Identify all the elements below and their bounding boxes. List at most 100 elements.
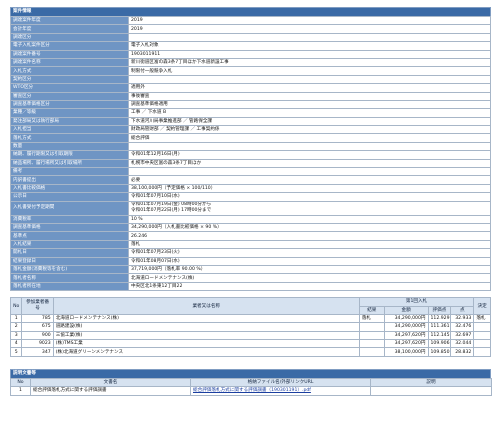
doc-col-file: 格納ファイル名/外部リンクURL bbox=[190, 377, 371, 388]
result-name: 三協工業(株) bbox=[52, 330, 360, 341]
info-value: 適用外 bbox=[128, 83, 491, 93]
result-eval: 112.929 bbox=[427, 313, 452, 324]
info-row: 調達区分 bbox=[10, 32, 491, 43]
result-amount: 34,297,620円 bbox=[383, 330, 429, 341]
info-label: 調査基準価格区分 bbox=[10, 99, 129, 110]
doc-desc bbox=[370, 386, 492, 396]
info-value bbox=[128, 141, 491, 152]
info-label: 基準点 bbox=[10, 231, 129, 241]
case-info-table: 調達案件年度 2019 会計年度 2019 調達区分 電子入札案件区分 電子入札対象 調達案件… bbox=[10, 15, 491, 292]
info-value bbox=[128, 32, 491, 43]
info-row: 入札書比較価格 38,100,000円（予定価格 × 100/110） bbox=[10, 183, 491, 194]
result-amount: 38,100,000円 bbox=[383, 347, 429, 357]
result-row: 1 785 北海道ロードメンテナンス(株) 落札 34,290,000円 112.929 3… bbox=[9, 313, 491, 324]
info-value bbox=[128, 167, 491, 177]
info-row: 納品場所、履行場所又は引取場所 札幌市中央区富の森3条7丁目ほか bbox=[10, 158, 491, 169]
info-label: 入札結果 bbox=[10, 239, 129, 250]
col-header-decision: 決定 bbox=[473, 297, 491, 315]
info-row: 調査基準価格区分 調査基準価格適用 bbox=[10, 99, 491, 110]
doc-col-desc: 説明 bbox=[370, 377, 492, 388]
info-row: 開札日 令和01年07月23日(火) bbox=[10, 248, 491, 258]
info-label: 契約区分 bbox=[10, 74, 129, 85]
info-label: 業種／等級 bbox=[10, 108, 129, 118]
info-row: 審査区分 事後審査 bbox=[10, 91, 491, 101]
info-label: 落札金額(消費税等を含む) bbox=[10, 264, 129, 275]
info-label: 入札方式 bbox=[10, 66, 129, 76]
result-bidder-no: 347 bbox=[21, 347, 54, 357]
info-label: 落札者名称 bbox=[10, 273, 129, 283]
info-label: 内訳書提出 bbox=[10, 175, 129, 185]
info-row: 落札者名称 北海道ロードメンテナンス(株) bbox=[10, 273, 491, 283]
result-no: 3 bbox=[9, 330, 23, 341]
info-row: 入札結果 落札 bbox=[10, 239, 491, 250]
result-bidder-no: 675 bbox=[21, 322, 54, 332]
info-label: 落札者所在地 bbox=[10, 281, 129, 292]
info-value: 中央区北1条東12丁目22 bbox=[128, 281, 491, 292]
info-row: 落札者所在地 中央区北1条東12丁目22 bbox=[10, 281, 491, 292]
result-decision bbox=[473, 330, 491, 341]
doc-file-link[interactable]: 総合評価落札方式に関する評価調書（190301191）.pdf bbox=[193, 388, 311, 393]
info-value: 令和01年08月07日(水) bbox=[128, 256, 491, 266]
result-status: 落札 bbox=[358, 313, 385, 324]
info-row: 会計年度 2019 bbox=[10, 24, 491, 34]
info-row: 落札方式 総合評価 bbox=[10, 133, 491, 143]
info-value: 調査基準価格適用 bbox=[128, 99, 491, 110]
col-header-name: 業者又は名称 bbox=[52, 297, 360, 315]
info-value: 令和01年07月10日(水) bbox=[128, 192, 491, 202]
info-value: 工事 ／ 下水道 B bbox=[128, 108, 491, 118]
col-header-amount: 金額 bbox=[383, 305, 429, 315]
info-section-header: 案件情報 bbox=[10, 7, 491, 16]
info-label: 落札方式 bbox=[10, 133, 129, 143]
col-header-round1: 第1回入札 bbox=[358, 297, 475, 307]
result-score: 28.832 bbox=[450, 347, 475, 357]
info-label: 開札日 bbox=[10, 248, 129, 258]
info-value: 38,100,000円（予定価格 × 100/110） bbox=[128, 183, 491, 194]
info-label: 入札書受付予定期間 bbox=[10, 200, 129, 216]
page-content: 案件情報 調達案件年度 2019 会計年度 2019 調達区分 電子入札案件区分 電子入札対… bbox=[9, 7, 492, 396]
info-row: 落札金額(消費税等を含む) 37,719,000円（落札率 90.00 %） bbox=[10, 264, 491, 275]
result-eval: 109.850 bbox=[427, 347, 452, 357]
info-row: WTO区分 適用外 bbox=[10, 83, 491, 93]
info-value: 令和01年07月23日(火) bbox=[128, 248, 491, 258]
info-value-line: 令和01年07月22日(月) 17時00分まで bbox=[131, 208, 212, 214]
doc-file-cell: 総合評価落札方式に関する評価調書（190301191）.pdf bbox=[190, 386, 371, 396]
docs-section-header: 説明文書等 bbox=[10, 368, 491, 378]
col-header-eval-score: 評価点 bbox=[427, 305, 452, 315]
result-row: 4 9023 (株)TMS工業 34,297,620円 109.906 32.044 bbox=[9, 339, 491, 349]
info-label: WTO区分 bbox=[10, 83, 129, 93]
result-score: 32.044 bbox=[450, 339, 475, 349]
info-value: 落札 bbox=[128, 239, 491, 250]
result-score: 32.697 bbox=[450, 330, 475, 341]
result-status bbox=[358, 322, 385, 332]
result-amount: 34,290,000円 bbox=[383, 313, 429, 324]
col-header-result: 結果 bbox=[358, 305, 385, 315]
info-row: 発注部局又は執行部局 下水道河川局事業推進部 ／ 管路保全課 bbox=[10, 116, 491, 127]
info-value: 令和01年07月19日(金) 08時00分から 令和01年07月22日(月) 17… bbox=[128, 200, 491, 216]
info-value: 事後審査 bbox=[128, 91, 491, 101]
info-row: 入札方式 制限付一般競争入札 bbox=[10, 66, 491, 76]
info-row: 数量 bbox=[10, 141, 491, 152]
bid-results-table: No 参加業者番号 業者又は名称 第1回入札 決定 結果 金額 評価点 点 17… bbox=[9, 297, 491, 357]
result-bidder-no: 9023 bbox=[21, 339, 54, 349]
info-value: 1903011911 bbox=[128, 49, 491, 59]
info-label: 備考 bbox=[10, 167, 129, 177]
info-value: 新川街道区富の森3条7丁目ほか下水道新設工事 bbox=[128, 57, 491, 68]
result-name: (株)北海道グリーンメンテナンス bbox=[52, 347, 360, 357]
result-row: 5 347 (株)北海道グリーンメンテナンス 38,100,000円 109.850 28… bbox=[9, 347, 491, 357]
info-label: 入札書比較価格 bbox=[10, 183, 129, 194]
result-name: 道路建設(株) bbox=[52, 322, 360, 332]
info-row: 契約区分 bbox=[10, 74, 491, 85]
info-row: 基準点 26.246 bbox=[10, 231, 491, 241]
info-value: 2019 bbox=[128, 15, 491, 26]
info-value: 総合評価 bbox=[128, 133, 491, 143]
result-amount: 34,290,000円 bbox=[383, 322, 429, 332]
result-eval: 109.906 bbox=[427, 339, 452, 349]
info-value: 令和01年12月16日(月) bbox=[128, 150, 491, 160]
result-no: 5 bbox=[9, 347, 23, 357]
result-status bbox=[358, 347, 385, 357]
info-row: 公示日 令和01年07月10日(水) bbox=[10, 192, 491, 202]
info-row: 消費税率 10 % bbox=[10, 214, 491, 225]
result-row: 3 900 三協工業(株) 34,297,620円 112.145 32.697 bbox=[9, 330, 491, 341]
info-label: 納品場所、履行場所又は引取場所 bbox=[10, 158, 129, 169]
result-decision bbox=[473, 339, 491, 349]
